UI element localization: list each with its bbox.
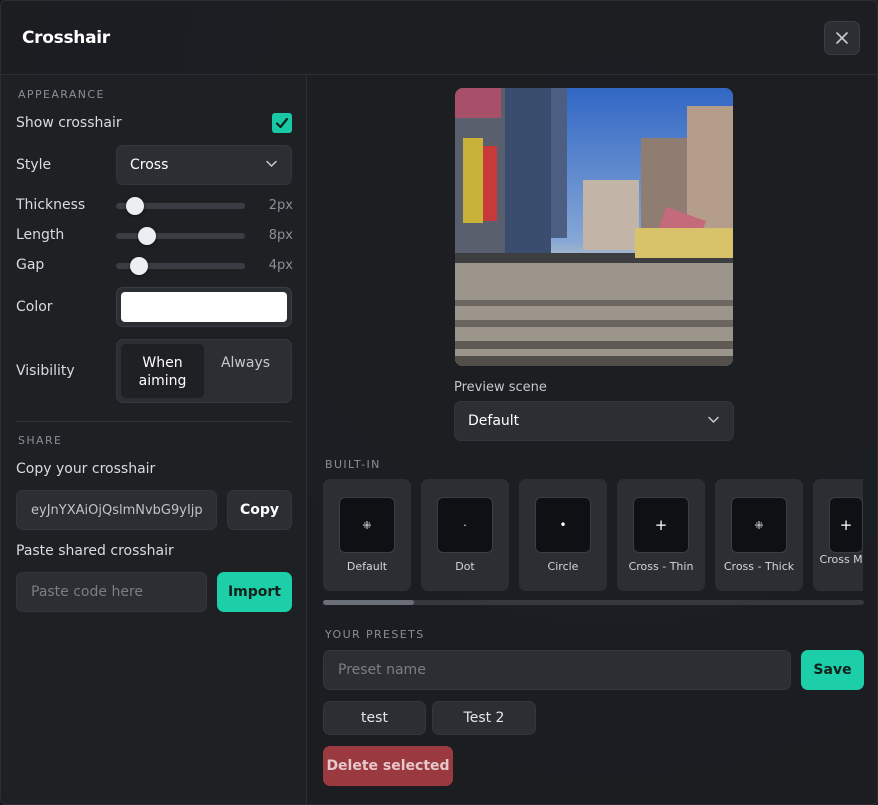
style-label: Style <box>16 157 52 173</box>
builtin-scrollbar[interactable] <box>323 600 864 605</box>
builtin-preset-label: Circle <box>547 560 579 573</box>
crosshair-glyph: + <box>654 516 668 534</box>
preset-chip[interactable]: Test 2 <box>432 701 536 735</box>
preview-scene-image <box>455 88 733 366</box>
crosshair-glyph: ⁜ <box>754 518 764 532</box>
crosshair-preview-icon: + <box>633 497 689 553</box>
preview-panel: Preview scene Default BUILT-IN ⁜ Default ·… <box>307 75 877 804</box>
crosshair-preview-icon: · <box>437 497 493 553</box>
preview-scene-select[interactable]: Default <box>454 401 734 441</box>
builtin-preset-card[interactable]: • Circle <box>519 479 607 591</box>
color-picker[interactable] <box>116 287 292 327</box>
color-swatch <box>121 292 287 322</box>
visibility-option-when-aiming[interactable]: When aiming <box>121 344 204 398</box>
builtin-preset-card[interactable]: + Cross - Thin <box>617 479 705 591</box>
slider-thumb[interactable] <box>130 257 148 275</box>
builtin-preset-label: Default <box>346 560 388 573</box>
crosshair-preview-icon: + <box>829 497 863 553</box>
style-select-value: Cross <box>130 157 169 173</box>
builtin-preset-card[interactable]: ⁜ Cross - Thick <box>715 479 803 591</box>
crosshair-glyph: + <box>839 516 853 534</box>
builtin-preset-card[interactable]: · Dot <box>421 479 509 591</box>
builtin-section-label: BUILT-IN <box>325 458 381 471</box>
show-crosshair-checkbox[interactable] <box>272 113 292 133</box>
builtin-preset-card[interactable]: + Cross Minim <box>813 479 863 591</box>
crosshair-glyph: • <box>559 518 567 532</box>
import-button[interactable]: Import <box>217 572 292 612</box>
builtin-scrollbar-thumb[interactable] <box>323 600 414 605</box>
crosshair-glyph: · <box>463 518 467 532</box>
crosshair-glyph: ⁜ <box>362 518 372 532</box>
chevron-down-icon <box>708 416 719 424</box>
crosshair-preview-icon: ⁜ <box>731 497 787 553</box>
settings-panel: APPEARANCE Show crosshair Style Cross Th… <box>1 75 307 804</box>
slider-gap[interactable] <box>116 257 245 275</box>
crosshair-preview-icon: • <box>535 497 591 553</box>
crosshair-window: Crosshair APPEARANCE Show crosshair Styl… <box>0 0 878 805</box>
scene-illustration <box>455 88 733 366</box>
slider-label: Gap <box>16 257 45 273</box>
style-select[interactable]: Cross <box>116 145 292 185</box>
preview-scene-label: Preview scene <box>454 380 547 395</box>
close-button[interactable] <box>824 21 860 55</box>
slider-length[interactable] <box>116 227 245 245</box>
presets-section-label: YOUR PRESETS <box>325 628 425 641</box>
paste-code-input[interactable] <box>16 572 207 612</box>
color-label: Color <box>16 299 53 315</box>
crosshair-code-field[interactable] <box>16 490 217 530</box>
delete-selected-button[interactable]: Delete selected <box>323 746 453 786</box>
copy-button[interactable]: Copy <box>227 490 292 530</box>
builtin-preset-label: Cross - Thick <box>723 560 795 573</box>
chevron-down-icon <box>266 160 277 168</box>
builtin-preset-label: Cross - Thin <box>628 560 694 573</box>
slider-thumb[interactable] <box>126 197 144 215</box>
close-icon <box>836 32 848 44</box>
builtin-preset-label: Cross Minim <box>819 553 863 566</box>
visibility-option-label: When aiming <box>138 355 187 389</box>
share-section-label: SHARE <box>18 434 63 447</box>
check-icon <box>275 117 289 129</box>
builtin-preset-card[interactable]: ⁜ Default <box>323 479 411 591</box>
preset-name-input[interactable] <box>323 650 791 690</box>
copy-crosshair-label: Copy your crosshair <box>16 461 156 477</box>
builtin-preset-label: Dot <box>455 560 475 573</box>
section-divider <box>16 421 292 422</box>
preview-scene-value: Default <box>468 413 520 429</box>
slider-thickness[interactable] <box>116 197 245 215</box>
slider-label: Length <box>16 227 65 243</box>
preset-chip[interactable]: test <box>323 701 426 735</box>
crosshair-preview-icon: ⁜ <box>339 497 395 553</box>
window-header: Crosshair <box>1 1 877 75</box>
visibility-option-label: Always <box>220 355 271 371</box>
slider-value: 4px <box>268 258 293 273</box>
appearance-section-label: APPEARANCE <box>18 88 105 101</box>
show-crosshair-label: Show crosshair <box>16 115 122 131</box>
slider-value: 8px <box>268 228 293 243</box>
visibility-label: Visibility <box>16 363 75 379</box>
visibility-toggle: When aiming Always <box>116 339 292 403</box>
slider-thumb[interactable] <box>138 227 156 245</box>
save-preset-button[interactable]: Save <box>801 650 864 690</box>
slider-value: 2px <box>268 198 293 213</box>
slider-label: Thickness <box>16 197 86 213</box>
paste-crosshair-label: Paste shared crosshair <box>16 543 174 559</box>
window-title: Crosshair <box>22 28 110 48</box>
visibility-option-always[interactable]: Always <box>204 344 287 398</box>
